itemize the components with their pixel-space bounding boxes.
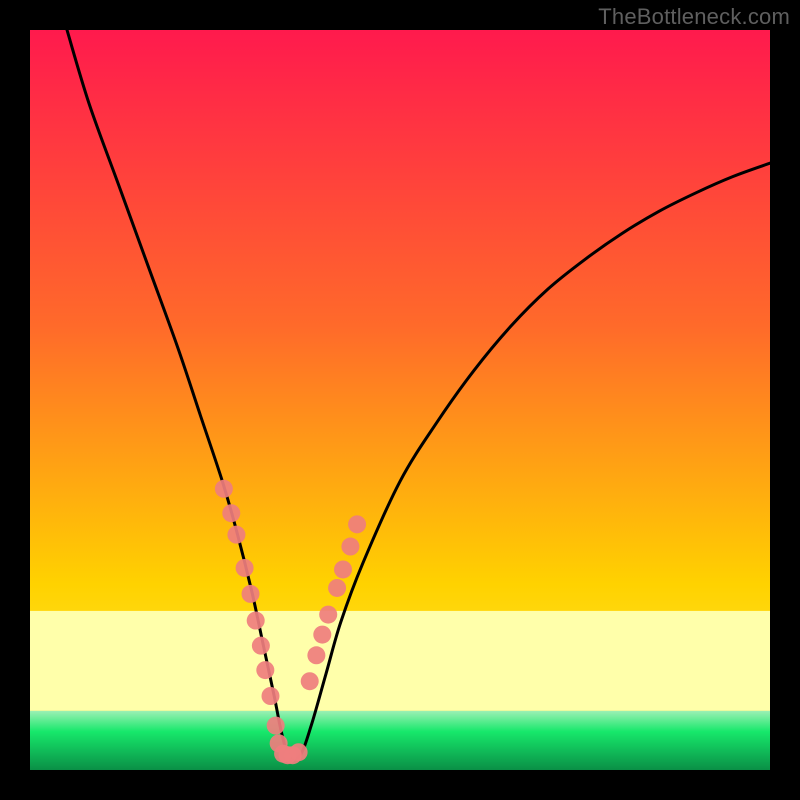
highlight-dot	[267, 717, 285, 735]
chart-frame: TheBottleneck.com	[0, 0, 800, 800]
highlight-dot	[262, 687, 280, 705]
highlight-dot	[313, 626, 331, 644]
highlight-dot	[252, 637, 270, 655]
highlight-dot	[348, 515, 366, 533]
watermark-text: TheBottleneck.com	[598, 4, 790, 30]
bottleneck-chart	[0, 0, 800, 800]
green-band	[30, 711, 770, 770]
highlight-dot	[334, 560, 352, 578]
highlight-dot	[215, 480, 233, 498]
highlight-dot	[290, 743, 308, 761]
highlight-dot	[341, 538, 359, 556]
pale-yellow-band	[30, 611, 770, 711]
highlight-dot	[242, 585, 260, 603]
highlight-dot	[307, 646, 325, 664]
plot-area	[30, 30, 770, 770]
highlight-dot	[247, 612, 265, 630]
highlight-dot	[301, 672, 319, 690]
highlight-dot	[256, 661, 274, 679]
highlight-dot	[319, 606, 337, 624]
highlight-dot	[236, 559, 254, 577]
highlight-dot	[222, 504, 240, 522]
highlight-dot	[328, 579, 346, 597]
highlight-dot	[227, 526, 245, 544]
